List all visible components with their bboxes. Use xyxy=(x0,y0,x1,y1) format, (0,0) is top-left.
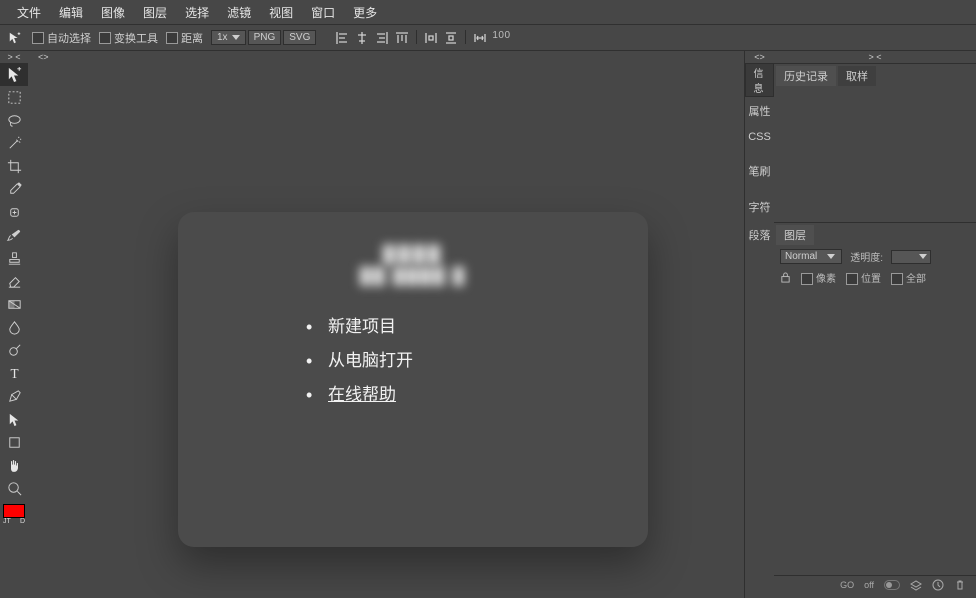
canvas-area: <> ████ ██ ████ █ 新建项目 从电脑打开 在线帮助 xyxy=(28,51,744,598)
eyedropper-tool[interactable] xyxy=(0,178,28,201)
menu-file[interactable]: 文件 xyxy=(8,4,50,21)
panel-char-tab[interactable]: 字符 xyxy=(745,193,774,221)
canvas-collapse-icon[interactable]: <> xyxy=(28,51,744,63)
options-bar: 自动选择 变换工具 距离 1x PNG SVG 100 xyxy=(0,24,976,50)
welcome-online-help[interactable]: 在线帮助 xyxy=(306,378,588,412)
align-right-icon[interactable] xyxy=(374,30,390,46)
blend-mode-select[interactable]: Normal xyxy=(780,249,842,264)
menu-edit[interactable]: 编辑 xyxy=(50,4,92,21)
path-select-tool[interactable] xyxy=(0,408,28,431)
panel-brush-tab[interactable]: 笔刷 xyxy=(745,157,774,185)
heal-tool[interactable] xyxy=(0,201,28,224)
lasso-tool[interactable] xyxy=(0,109,28,132)
layer-list-empty xyxy=(774,291,976,575)
panel-para-tab[interactable]: 段落 xyxy=(745,221,774,249)
menu-window[interactable]: 窗口 xyxy=(302,4,344,21)
tool-palette: T JT D xyxy=(0,63,28,598)
brush-tool[interactable] xyxy=(0,224,28,247)
status-toggle[interactable] xyxy=(884,580,900,590)
distance-label: 距离 xyxy=(181,30,203,46)
zoom-select[interactable]: 1x xyxy=(211,30,246,45)
lock-all-checkbox[interactable]: 全部 xyxy=(891,270,926,285)
align-group: 100 xyxy=(334,30,510,46)
history-tab[interactable]: 历史记录 xyxy=(776,66,836,86)
shape-tool[interactable] xyxy=(0,431,28,454)
transform-tools-label: 变换工具 xyxy=(114,30,158,46)
spacing-icon[interactable] xyxy=(472,30,488,46)
layers-panel: 图层 Normal 透明度: 像素 位置 全部 xyxy=(774,222,976,575)
align-left-icon[interactable] xyxy=(334,30,350,46)
zoom-tool[interactable] xyxy=(0,477,28,500)
lock-pixels-checkbox[interactable]: 像素 xyxy=(801,270,836,285)
status-layers-icon[interactable] xyxy=(910,579,922,591)
right-strip-collapse-icon[interactable]: <> xyxy=(754,51,765,63)
wand-tool[interactable] xyxy=(0,132,28,155)
layers-tab[interactable]: 图层 xyxy=(776,225,814,245)
png-button[interactable]: PNG xyxy=(248,30,282,45)
sample-tab[interactable]: 取样 xyxy=(838,66,876,86)
auto-select-checkbox[interactable]: 自动选择 xyxy=(32,30,91,46)
panel-props-tab[interactable]: 属性 xyxy=(745,97,774,125)
transform-tools-checkbox[interactable]: 变换工具 xyxy=(99,30,158,46)
welcome-new-project[interactable]: 新建项目 xyxy=(306,310,588,344)
export-pills: 1x PNG SVG xyxy=(211,30,316,45)
svg-text:T: T xyxy=(10,366,18,381)
align-top-icon[interactable] xyxy=(394,30,410,46)
welcome-card: ████ ██ ████ █ 新建项目 从电脑打开 在线帮助 xyxy=(178,212,648,547)
align-center-h-icon[interactable] xyxy=(354,30,370,46)
status-bar: GO off xyxy=(774,575,976,593)
menu-image[interactable]: 图像 xyxy=(92,4,134,21)
swatch-d-label: D xyxy=(20,518,25,525)
gradient-tool[interactable] xyxy=(0,293,28,316)
panel-info-tab[interactable]: 信息 xyxy=(745,63,774,97)
foreground-swatch[interactable] xyxy=(3,504,25,518)
stamp-tool[interactable] xyxy=(0,247,28,270)
menu-view[interactable]: 视图 xyxy=(260,4,302,21)
status-go: GO xyxy=(840,580,854,590)
crop-tool[interactable] xyxy=(0,155,28,178)
lock-position-checkbox[interactable]: 位置 xyxy=(846,270,881,285)
svg-button[interactable]: SVG xyxy=(283,30,316,45)
distribute-v-icon[interactable] xyxy=(443,30,459,46)
history-panel: 历史记录 取样 xyxy=(774,63,976,222)
distribute-h-icon[interactable] xyxy=(423,30,439,46)
hand-tool[interactable] xyxy=(0,454,28,477)
status-off: off xyxy=(864,580,874,590)
status-trash-icon[interactable] xyxy=(954,579,966,591)
menu-select[interactable]: 选择 xyxy=(176,4,218,21)
welcome-title-blur: ████ ██ ████ █ xyxy=(323,245,503,286)
panel-css-tab[interactable]: CSS xyxy=(745,125,774,149)
menu-filter[interactable]: 滤镜 xyxy=(218,4,260,21)
opacity-label: 透明度: xyxy=(850,249,883,264)
move-tool[interactable] xyxy=(0,63,28,86)
lock-icon xyxy=(780,272,791,283)
left-collapse-icon[interactable]: > < xyxy=(0,51,28,63)
move-tool-icon xyxy=(6,29,24,47)
auto-select-label: 自动选择 xyxy=(47,30,91,46)
blur-tool[interactable] xyxy=(0,316,28,339)
menu-more[interactable]: 更多 xyxy=(344,4,386,21)
welcome-open-from-computer[interactable]: 从电脑打开 xyxy=(306,344,588,378)
type-tool[interactable]: T xyxy=(0,362,28,385)
status-history-icon[interactable] xyxy=(932,579,944,591)
eraser-tool[interactable] xyxy=(0,270,28,293)
swatch-jt-label: JT xyxy=(3,518,11,525)
menubar: 文件 编辑 图像 图层 选择 滤镜 视图 窗口 更多 xyxy=(0,0,976,24)
marquee-tool[interactable] xyxy=(0,86,28,109)
distance-checkbox[interactable]: 距离 xyxy=(166,30,203,46)
color-swatches[interactable]: JT D xyxy=(0,500,28,530)
right-collapse-icon[interactable]: > < xyxy=(774,51,976,63)
pen-tool[interactable] xyxy=(0,385,28,408)
dodge-tool[interactable] xyxy=(0,339,28,362)
menu-layer[interactable]: 图层 xyxy=(134,4,176,21)
spacing-value[interactable]: 100 xyxy=(492,30,510,46)
right-panel-strip: <> 信息 属性 CSS 笔刷 字符 段落 xyxy=(744,51,774,598)
opacity-input[interactable] xyxy=(891,250,931,264)
